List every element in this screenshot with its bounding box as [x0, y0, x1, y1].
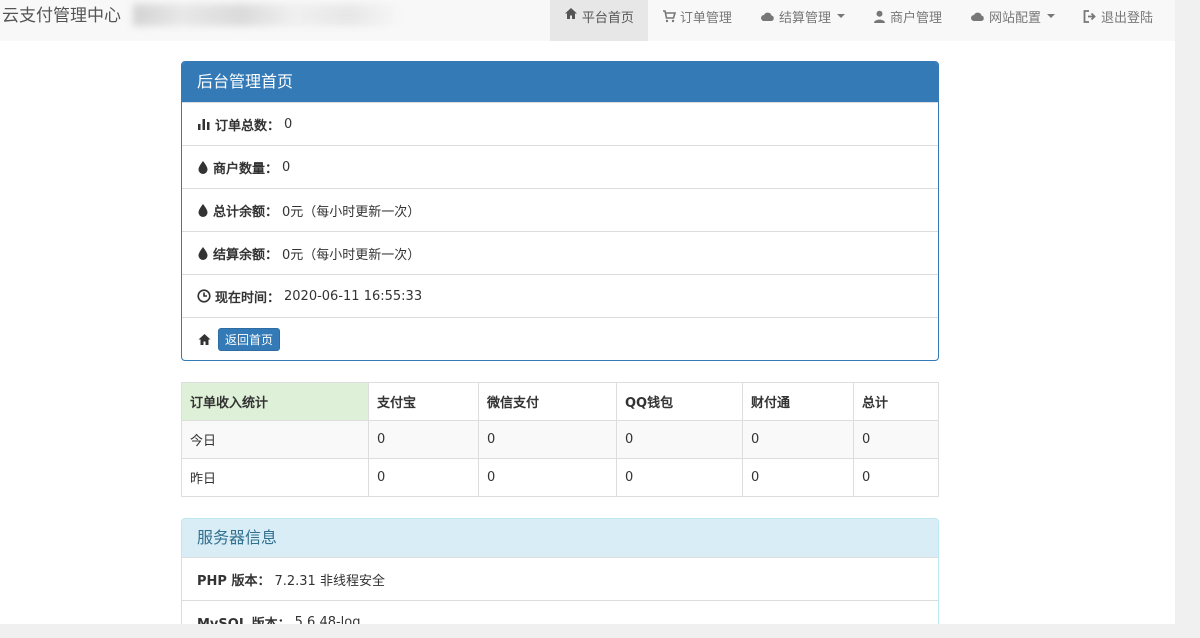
order-count-label: 订单总数：: [215, 118, 281, 134]
server-info-panel: 服务器信息 PHP 版本： 7.2.31 非线程安全 MySQL 版本： 5.6…: [181, 518, 939, 624]
tint-drop-icon: [198, 204, 208, 217]
blurred-brand-suffix: [133, 4, 403, 26]
clock-icon: [197, 289, 211, 303]
nav-settle-label: 结算管理: [778, 10, 831, 26]
list-item-order-count: 订单总数： 0: [182, 102, 938, 145]
nav-merchants[interactable]: 商户管理: [859, 0, 956, 32]
table-cell: 0: [368, 458, 479, 497]
bar-chart-icon: [198, 119, 210, 130]
settle-balance-label: 结算余额：: [213, 247, 279, 263]
nav-site-config-label: 网站配置: [988, 10, 1041, 26]
top-navbar: 云支付管理中心 平台首页 订单管理 结算管理 商户管理 网站配置 退出登陆: [0, 0, 1175, 41]
mysql-version-value: 5.6.48-log: [294, 614, 361, 625]
nav-home-label: 平台首页: [581, 11, 634, 26]
tint-drop-icon: [198, 161, 208, 174]
table-row: 今日 0 0 0 0 0: [181, 420, 939, 459]
table-header-cell: 财付通: [742, 382, 854, 421]
shopping-cart-icon: [662, 9, 676, 22]
caret-down-icon: [836, 14, 845, 18]
panel-title: 后台管理首页: [182, 62, 938, 102]
mysql-version-label: MySQL 版本：: [197, 616, 291, 625]
list-item-back-home: 返回首页: [182, 317, 938, 360]
php-version-value: 7.2.31 非线程安全: [274, 573, 385, 589]
table-header-row: 订单收入统计 支付宝 微信支付 QQ钱包 财付通 总计: [181, 382, 939, 421]
list-item-current-time: 现在时间： 2020-06-11 16:55:33: [182, 274, 938, 317]
list-item-mysql-version: MySQL 版本： 5.6.48-log: [182, 600, 938, 624]
table-header-cell: 微信支付: [478, 382, 617, 421]
table-cell: 0: [616, 458, 743, 497]
order-count-value: 0: [284, 116, 293, 132]
nav-menu: 平台首页 订单管理 结算管理 商户管理 网站配置 退出登陆: [549, 0, 1167, 41]
main-container: 后台管理首页 订单总数： 0 商户数量： 0 总计余额： 0元（每小时更新一次）…: [181, 61, 939, 624]
cloud-icon: [970, 12, 984, 21]
total-balance-value: 0元（每小时更新一次）: [282, 204, 421, 220]
user-icon: [873, 10, 885, 23]
table-header-cell: 支付宝: [368, 382, 479, 421]
nav-settle[interactable]: 结算管理: [746, 0, 859, 32]
table-header-cell: 总计: [853, 382, 939, 421]
tint-drop-icon: [198, 247, 208, 260]
cloud-icon: [760, 12, 774, 21]
log-out-icon: [1083, 9, 1096, 23]
table-cell: 0: [742, 458, 854, 497]
brand-title[interactable]: 云支付管理中心: [0, 0, 121, 32]
list-item-merchant-count: 商户数量： 0: [182, 145, 938, 188]
list-item-total-balance: 总计余额： 0元（每小时更新一次）: [182, 188, 938, 231]
nav-logout[interactable]: 退出登陆: [1069, 0, 1167, 32]
table-cell: 0: [853, 458, 939, 497]
list-item-settle-balance: 结算余额： 0元（每小时更新一次）: [182, 231, 938, 274]
list-item-php-version: PHP 版本： 7.2.31 非线程安全: [182, 557, 938, 600]
table-cell: 0: [616, 420, 743, 459]
current-time-value: 2020-06-11 16:55:33: [284, 288, 423, 304]
table-cell: 0: [478, 420, 617, 459]
nav-merchants-label: 商户管理: [889, 10, 942, 26]
merchant-count-value: 0: [282, 159, 291, 175]
home-icon: [564, 8, 577, 19]
total-balance-label: 总计余额：: [213, 204, 279, 220]
table-cell: 今日: [181, 420, 369, 459]
php-version-label: PHP 版本：: [197, 573, 271, 589]
table-header-cell: 订单收入统计: [181, 382, 369, 421]
table-cell: 0: [478, 458, 617, 497]
table-header-cell: QQ钱包: [616, 382, 743, 421]
nav-orders-label: 订单管理: [679, 10, 732, 26]
merchant-count-label: 商户数量：: [213, 161, 279, 177]
nav-site-config[interactable]: 网站配置: [956, 0, 1069, 32]
table-row: 昨日 0 0 0 0 0: [181, 458, 939, 497]
home-icon: [198, 333, 211, 345]
server-info-title: 服务器信息: [182, 519, 938, 557]
settle-balance-value: 0元（每小时更新一次）: [282, 247, 421, 263]
table-cell: 昨日: [181, 458, 369, 497]
table-cell: 0: [368, 420, 479, 459]
nav-logout-label: 退出登陆: [1100, 10, 1153, 26]
caret-down-icon: [1046, 14, 1055, 18]
back-home-button[interactable]: 返回首页: [218, 327, 281, 351]
nav-orders[interactable]: 订单管理: [648, 0, 746, 32]
order-income-table: 订单收入统计 支付宝 微信支付 QQ钱包 财付通 总计 今日 0 0 0 0 0: [181, 382, 939, 497]
table-cell: 0: [742, 420, 854, 459]
current-time-label: 现在时间：: [215, 290, 281, 306]
viewport: 云支付管理中心 平台首页 订单管理 结算管理 商户管理 网站配置 退出登陆 后台…: [0, 0, 1175, 624]
nav-home[interactable]: 平台首页: [549, 0, 648, 41]
table-cell: 0: [853, 420, 939, 459]
admin-home-panel: 后台管理首页 订单总数： 0 商户数量： 0 总计余额： 0元（每小时更新一次）…: [181, 61, 939, 361]
